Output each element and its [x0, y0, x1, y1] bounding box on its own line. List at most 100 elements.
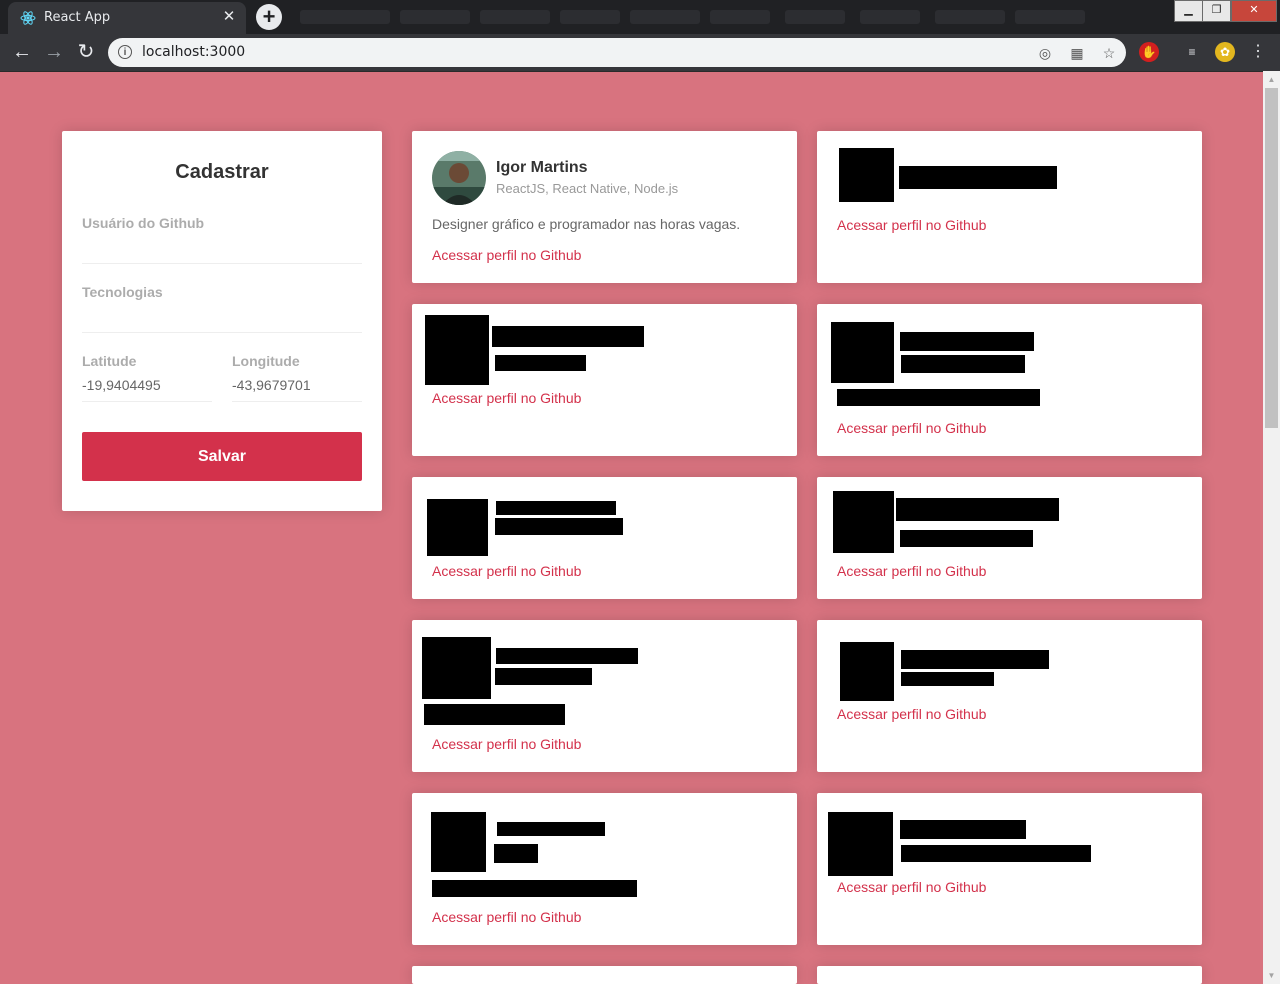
redacted-avatar — [833, 491, 894, 553]
redacted-techs — [901, 845, 1091, 862]
dev-card — [412, 966, 797, 984]
reading-list-icon[interactable]: ≡ — [1182, 42, 1202, 62]
github-profile-link[interactable]: Acessar perfil no Github — [432, 390, 581, 406]
latitude-label: Latitude — [82, 353, 137, 369]
background-tab[interactable] — [1015, 10, 1085, 24]
latitude-underline — [82, 401, 212, 402]
bookmark-star-icon[interactable]: ☆ — [1100, 44, 1118, 62]
url-text: localhost:3000 — [142, 44, 246, 60]
redacted-avatar — [422, 637, 491, 699]
browser-tab-strip: React App ✕ + ▁ ❐ ✕ — [0, 0, 1280, 34]
form-title: Cadastrar — [175, 161, 269, 183]
github-profile-link[interactable]: Acessar perfil no Github — [837, 420, 986, 436]
reload-icon[interactable]: ↻ — [74, 40, 98, 64]
scroll-down-icon[interactable]: ▼ — [1263, 967, 1280, 984]
redacted-techs — [495, 668, 592, 685]
react-icon — [20, 10, 36, 26]
redacted-avatar — [425, 315, 489, 385]
avatar — [432, 151, 486, 205]
page-scrollbar[interactable]: ▲ ▼ — [1263, 71, 1280, 984]
longitude-label: Longitude — [232, 353, 300, 369]
redacted-name — [496, 501, 616, 515]
profile-avatar[interactable]: ✿ — [1215, 42, 1235, 62]
redacted-name — [896, 498, 1059, 521]
redacted-techs — [901, 672, 994, 686]
techs-label: Tecnologias — [82, 284, 163, 300]
dev-card: Acessar perfil no Github — [412, 477, 797, 599]
dev-card: Acessar perfil no Github — [412, 793, 797, 945]
background-tab[interactable] — [860, 10, 920, 24]
github-profile-link[interactable]: Acessar perfil no Github — [432, 909, 581, 925]
redacted-techs — [900, 530, 1033, 547]
github-profile-link[interactable]: Acessar perfil no Github — [432, 563, 581, 579]
translate-icon[interactable]: ▦ — [1068, 44, 1086, 62]
dev-card: Acessar perfil no Github — [817, 131, 1202, 283]
redacted-bio — [432, 880, 637, 897]
background-tab[interactable] — [560, 10, 620, 24]
tab-title: React App — [44, 10, 111, 25]
github-username-label: Usuário do Github — [82, 215, 205, 231]
dev-card: Acessar perfil no Github — [412, 304, 797, 456]
github-profile-link[interactable]: Acessar perfil no Github — [432, 736, 581, 752]
background-tab[interactable] — [630, 10, 700, 24]
github-profile-link[interactable]: Acessar perfil no Github — [837, 879, 986, 895]
redacted-name — [496, 648, 638, 664]
tab-close-icon[interactable]: ✕ — [220, 8, 238, 26]
redacted-name — [900, 820, 1026, 839]
address-bar[interactable]: i localhost:3000 ◎ ▦ ☆ — [108, 38, 1126, 67]
dev-techs: ReactJS, React Native, Node.js — [496, 181, 679, 196]
minimize-button[interactable]: ▁ — [1174, 0, 1203, 22]
longitude-underline — [232, 401, 362, 402]
redacted-techs — [495, 518, 623, 535]
background-tab[interactable] — [480, 10, 550, 24]
redacted-bio — [424, 704, 565, 725]
location-icon[interactable]: ◎ — [1036, 44, 1054, 62]
dev-card: Acessar perfil no Github — [817, 304, 1202, 456]
dev-card: Igor Martins ReactJS, React Native, Node… — [412, 131, 797, 283]
github-profile-link[interactable]: Acessar perfil no Github — [837, 563, 986, 579]
redacted-avatar — [427, 499, 488, 556]
forward-icon[interactable]: → — [42, 40, 66, 64]
github-profile-link[interactable]: Acessar perfil no Github — [837, 217, 986, 233]
extension-icon[interactable]: ✋ — [1139, 42, 1159, 62]
longitude-input[interactable]: -43,9679701 — [232, 377, 311, 393]
background-tab[interactable] — [785, 10, 845, 24]
github-profile-link[interactable]: Acessar perfil no Github — [837, 706, 986, 722]
save-button[interactable]: Salvar — [82, 432, 362, 481]
dev-card: Acessar perfil no Github — [412, 620, 797, 772]
close-window-button[interactable]: ✕ — [1231, 0, 1277, 22]
browser-tab-active[interactable]: React App ✕ — [8, 2, 246, 34]
dev-card — [817, 966, 1202, 984]
back-icon[interactable]: ← — [10, 40, 34, 64]
redacted-techs — [495, 355, 586, 371]
dev-bio: Designer gráfico e programador nas horas… — [432, 216, 741, 232]
maximize-button[interactable]: ❐ — [1202, 0, 1231, 22]
latitude-input[interactable]: -19,9404495 — [82, 377, 161, 393]
redacted-name — [901, 650, 1049, 669]
dev-card: Acessar perfil no Github — [817, 477, 1202, 599]
github-profile-link[interactable]: Acessar perfil no Github — [432, 247, 581, 263]
redacted-avatar — [839, 148, 894, 202]
redacted-name — [899, 166, 1057, 189]
github-username-input[interactable] — [82, 263, 362, 264]
scroll-up-icon[interactable]: ▲ — [1263, 71, 1280, 88]
site-info-icon[interactable]: i — [118, 45, 132, 59]
background-tab[interactable] — [300, 10, 390, 24]
dev-card: Acessar perfil no Github — [817, 793, 1202, 945]
redacted-avatar — [840, 642, 894, 701]
redacted-name — [900, 332, 1034, 351]
dev-card: Acessar perfil no Github — [817, 620, 1202, 772]
scrollbar-thumb[interactable] — [1265, 88, 1278, 428]
menu-dots-icon[interactable]: ⋮ — [1248, 42, 1268, 62]
background-tab[interactable] — [710, 10, 770, 24]
dev-name: Igor Martins — [496, 159, 588, 176]
redacted-avatar — [431, 812, 486, 872]
redacted-bio — [837, 389, 1040, 406]
background-tab[interactable] — [935, 10, 1005, 24]
techs-input[interactable] — [82, 332, 362, 333]
register-form: Cadastrar Usuário do Github Tecnologias … — [62, 131, 382, 511]
new-tab-button[interactable]: + — [256, 4, 282, 30]
browser-toolbar: ← → ↻ i localhost:3000 ◎ ▦ ☆ ✋ ≡ ✿ ⋮ — [0, 34, 1280, 72]
redacted-avatar — [828, 812, 893, 876]
background-tab[interactable] — [400, 10, 470, 24]
